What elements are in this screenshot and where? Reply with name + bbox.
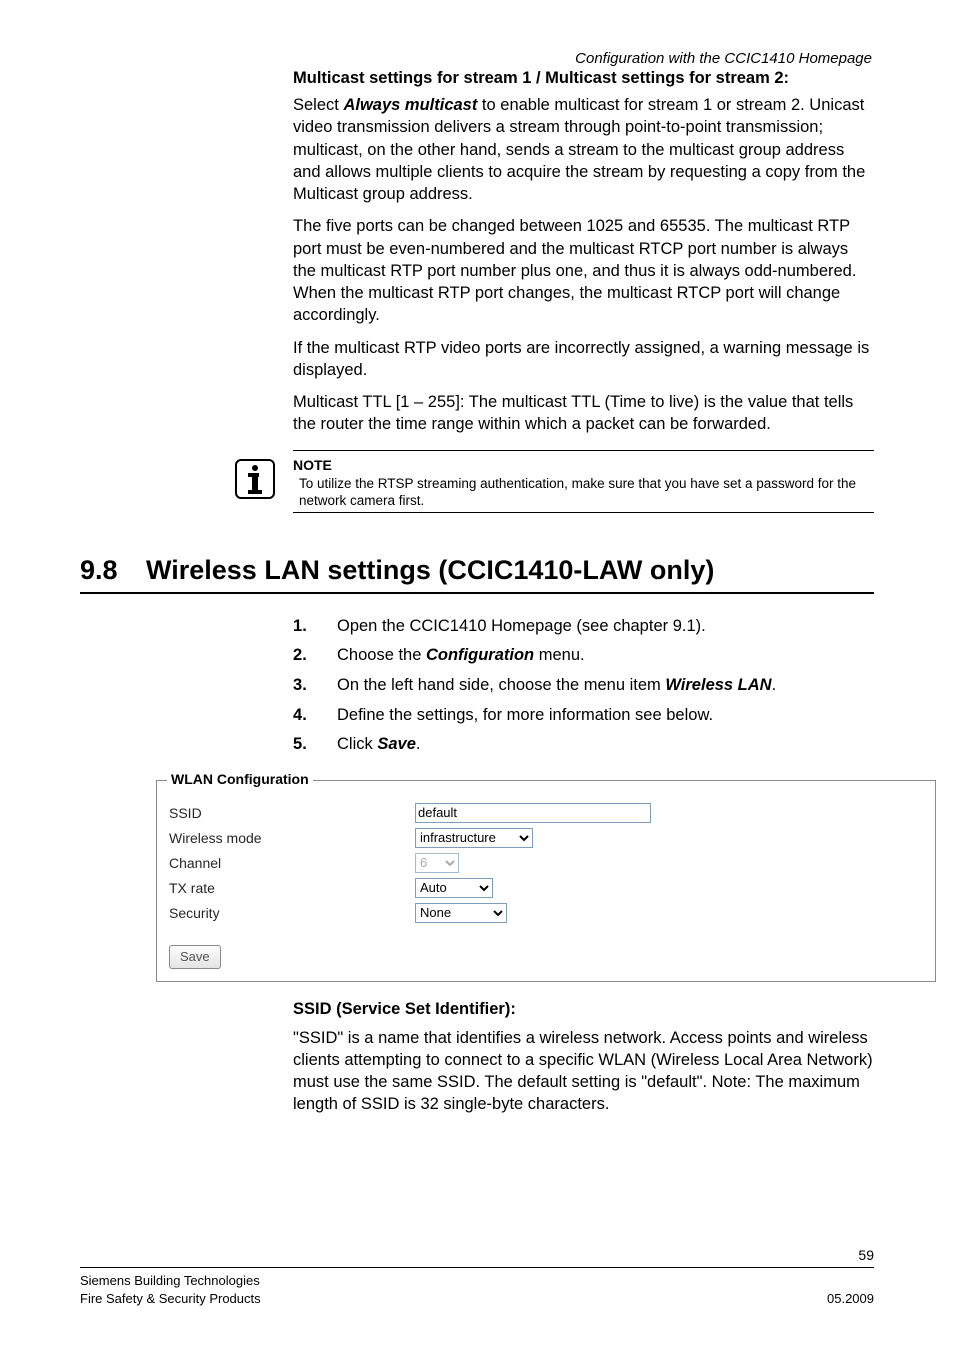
wlan-mode-label: Wireless mode bbox=[169, 830, 415, 846]
step-5: Click Save. bbox=[293, 732, 874, 758]
step-2: Choose the Configuration menu. bbox=[293, 643, 874, 669]
footer-left-1: Siemens Building Technologies bbox=[80, 1272, 260, 1290]
multicast-subhead: Multicast settings for stream 1 / Multic… bbox=[293, 69, 874, 88]
step2-c: menu. bbox=[534, 646, 584, 664]
step2-a: Choose the bbox=[337, 646, 426, 664]
wlan-config-panel: WLAN Configuration SSID Wireless mode in… bbox=[156, 780, 936, 982]
step3-c: . bbox=[772, 676, 777, 694]
info-icon bbox=[235, 459, 279, 503]
step-1: Open the CCIC1410 Homepage (see chapter … bbox=[293, 614, 874, 640]
step1-text: Open the CCIC1410 Homepage (see chapter … bbox=[337, 617, 706, 635]
step5-c: . bbox=[416, 735, 421, 753]
wlan-legend: WLAN Configuration bbox=[167, 771, 313, 787]
wlan-tx-select[interactable]: Auto bbox=[415, 878, 493, 898]
wlan-security-select[interactable]: None bbox=[415, 903, 507, 923]
multicast-para-1: Select Always multicast to enable multic… bbox=[293, 94, 874, 205]
step-3: On the left hand side, choose the menu i… bbox=[293, 673, 874, 699]
section-number: 9.8 bbox=[80, 555, 146, 586]
multicast-para-2: The five ports can be changed between 10… bbox=[293, 215, 874, 326]
page-number: 59 bbox=[80, 1247, 874, 1263]
page-footer: 59 Siemens Building Technologies Fire Sa… bbox=[80, 1247, 874, 1308]
multicast-para-4: Multicast TTL [1 – 255]: The multicast T… bbox=[293, 391, 874, 436]
note-title: NOTE bbox=[293, 457, 874, 473]
step3-a: On the left hand side, choose the menu i… bbox=[337, 676, 665, 694]
multicast-p1-em: Always multicast bbox=[343, 96, 477, 114]
footer-left-2: Fire Safety & Security Products bbox=[80, 1290, 261, 1308]
section-rule bbox=[80, 592, 874, 594]
step-4: Define the settings, for more informatio… bbox=[293, 703, 874, 729]
step4-text: Define the settings, for more informatio… bbox=[337, 706, 713, 724]
step2-em: Configuration bbox=[426, 646, 534, 664]
wlan-channel-select: 6 bbox=[415, 853, 459, 873]
footer-rule bbox=[80, 1267, 874, 1268]
wlan-tx-label: TX rate bbox=[169, 880, 415, 896]
ssid-para: "SSID" is a name that identifies a wirel… bbox=[293, 1027, 874, 1116]
note-bottom-rule bbox=[293, 512, 874, 513]
ssid-subhead: SSID (Service Set Identifier): bbox=[293, 1000, 874, 1019]
wlan-save-button[interactable]: Save bbox=[169, 945, 221, 969]
steps-list: Open the CCIC1410 Homepage (see chapter … bbox=[293, 614, 874, 758]
wlan-ssid-label: SSID bbox=[169, 805, 415, 821]
wlan-channel-label: Channel bbox=[169, 855, 415, 871]
step5-a: Click bbox=[337, 735, 377, 753]
section-title: Wireless LAN settings (CCIC1410-LAW only… bbox=[146, 555, 714, 586]
note-block: NOTE To utilize the RTSP streaming authe… bbox=[293, 457, 874, 513]
multicast-para-3: If the multicast RTP video ports are inc… bbox=[293, 337, 874, 382]
multicast-p1-a: Select bbox=[293, 96, 343, 114]
step3-em: Wireless LAN bbox=[665, 676, 771, 694]
wlan-security-label: Security bbox=[169, 905, 415, 921]
wlan-mode-select[interactable]: infrastructure bbox=[415, 828, 533, 848]
note-text: To utilize the RTSP streaming authentica… bbox=[293, 475, 874, 510]
footer-right-2: 05.2009 bbox=[827, 1290, 874, 1308]
step5-em: Save bbox=[377, 735, 416, 753]
header-context-line: Configuration with the CCIC1410 Homepage bbox=[80, 50, 874, 67]
note-top-rule bbox=[293, 450, 874, 451]
wlan-ssid-input[interactable] bbox=[415, 803, 651, 823]
